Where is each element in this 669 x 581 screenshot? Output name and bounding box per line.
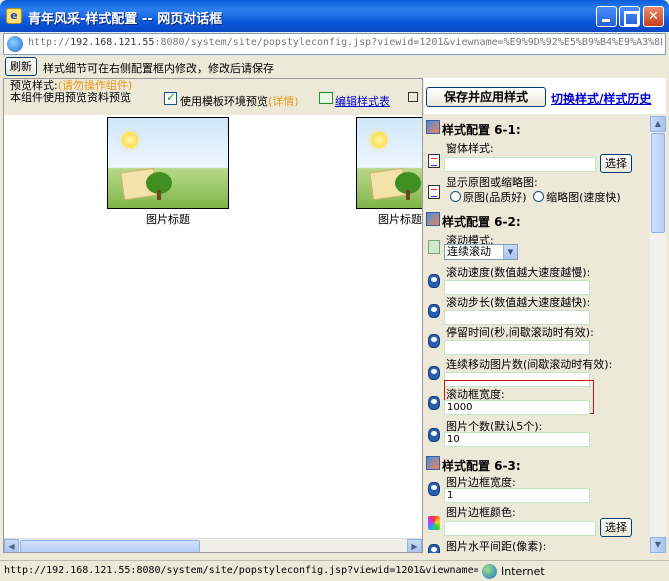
config-form: 样式配置 6-1: 窗体样式: 选择 显示原图或缩略图: 原图(品质好) 缩略图… <box>424 116 650 553</box>
database-icon <box>428 274 440 288</box>
preview-body: 图片标题 图片标题 <box>4 115 422 540</box>
config-toolbar: 保存并应用样式 切换样式/样式历史 <box>424 78 666 114</box>
internet-zone-icon <box>482 564 497 579</box>
window-style-input[interactable] <box>444 157 596 172</box>
preview-label: 预览样式:(请勿操作组件)本组件使用预览资料预览 <box>10 79 133 104</box>
choose-border-color-button[interactable]: 选择 <box>600 518 632 537</box>
border-width-input[interactable]: 1 <box>444 488 590 503</box>
image-caption: 图片标题 <box>146 213 190 226</box>
choose-window-style-button[interactable]: 选择 <box>600 154 632 173</box>
database-icon <box>428 482 440 496</box>
section-header-6-1: 样式配置 6-1: <box>424 118 650 138</box>
refresh-button[interactable]: 刷新 <box>5 57 37 76</box>
title-bar[interactable]: e 青年风采-样式配置 -- 网页对话框 ✕ <box>0 0 669 32</box>
color-palette-icon <box>428 516 440 530</box>
scroll-right-arrow-icon[interactable]: ▶ <box>407 539 422 552</box>
border-color-input[interactable] <box>444 521 596 536</box>
frame-width-input[interactable]: 1000 <box>444 400 590 415</box>
address-url[interactable]: http://192.168.121.55:8080/system/site/p… <box>28 37 662 48</box>
config-section-icon <box>426 212 440 226</box>
document-icon <box>428 185 440 199</box>
scroll-thumb[interactable] <box>20 540 200 552</box>
sun-icon <box>122 132 138 148</box>
database-icon <box>428 304 440 318</box>
document-icon <box>428 154 440 168</box>
display-mode-options: 原图(品质好) 缩略图(速度快) <box>450 189 621 205</box>
status-text: http://192.168.121.55:8080/system/site/p… <box>4 565 478 576</box>
sun-icon <box>371 132 387 148</box>
maximize-button[interactable] <box>619 6 640 27</box>
address-bar[interactable]: http://192.168.121.55:8080/system/site/p… <box>3 33 666 55</box>
scroll-down-arrow-icon[interactable]: ▼ <box>650 537 666 553</box>
chevron-down-icon[interactable]: ▼ <box>503 245 517 259</box>
scroll-step-input[interactable] <box>444 310 590 325</box>
security-zone: Internet <box>501 565 545 578</box>
edit-stylesheet-link[interactable]: 编辑样式表 <box>335 93 390 109</box>
window-title: 青年风采-样式配置 -- 网页对话框 <box>28 12 223 27</box>
config-section-icon <box>426 120 440 134</box>
minimize-button[interactable] <box>596 6 617 27</box>
preview-image <box>107 117 229 209</box>
select-icon <box>428 240 440 254</box>
pause-time-input[interactable] <box>444 340 590 355</box>
section-header-6-2: 样式配置 6-2: <box>424 210 650 230</box>
config-pane: 保存并应用样式 切换样式/样式历史 样式配置 6-1: 窗体样式: 选择 显示原… <box>424 78 666 553</box>
image-caption: 图片标题 <box>378 213 422 226</box>
details-link[interactable]: (详情) <box>268 95 299 108</box>
status-bar: http://192.168.121.55:8080/system/site/p… <box>0 560 669 581</box>
page-icon <box>7 36 23 52</box>
database-icon <box>428 366 440 380</box>
scroll-thumb[interactable] <box>651 133 665 233</box>
preview-pane: 预览样式:(请勿操作组件)本组件使用预览资料预览 使用模板环境预览(详情) 编辑… <box>3 78 423 553</box>
scroll-speed-input[interactable] <box>444 280 590 295</box>
radio-thumbnail[interactable] <box>533 191 545 202</box>
save-apply-button[interactable]: 保存并应用样式 <box>426 87 546 107</box>
ie-app-icon: e <box>6 8 22 24</box>
pic-count-input[interactable]: 10 <box>444 432 590 447</box>
switch-style-history-link[interactable]: 切换样式/样式历史 <box>551 90 651 107</box>
scroll-up-arrow-icon[interactable]: ▲ <box>650 116 666 132</box>
close-button[interactable]: ✕ <box>643 6 664 27</box>
preview-image <box>356 117 422 209</box>
template-env-label: 使用模板环境预览(详情) <box>180 95 299 108</box>
scroll-mode-select[interactable]: 连续滚动 ▼ <box>444 244 518 260</box>
database-icon <box>428 334 440 348</box>
collapse-box-icon[interactable] <box>408 92 418 102</box>
section-header-6-3: 样式配置 6-3: <box>424 454 650 474</box>
database-icon <box>428 544 440 553</box>
database-icon <box>428 428 440 442</box>
toolbar: 刷新 样式细节可在右侧配置框内修改，修改后请保存 <box>3 57 666 77</box>
config-vertical-scrollbar[interactable]: ▲ ▼ <box>650 116 666 553</box>
toolbar-hint: 样式细节可在右侧配置框内修改，修改后请保存 <box>43 62 274 75</box>
database-icon <box>428 396 440 410</box>
config-section-icon <box>426 456 440 470</box>
scroll-left-arrow-icon[interactable]: ◀ <box>4 539 19 552</box>
preview-header: 预览样式:(请勿操作组件)本组件使用预览资料预览 使用模板环境预览(详情) 编辑… <box>4 79 422 115</box>
radio-original[interactable] <box>450 191 461 202</box>
edit-stylesheet-icon[interactable] <box>319 92 333 104</box>
preview-horizontal-scrollbar[interactable]: ◀ ▶ <box>4 538 422 552</box>
template-env-checkbox[interactable] <box>164 90 177 105</box>
